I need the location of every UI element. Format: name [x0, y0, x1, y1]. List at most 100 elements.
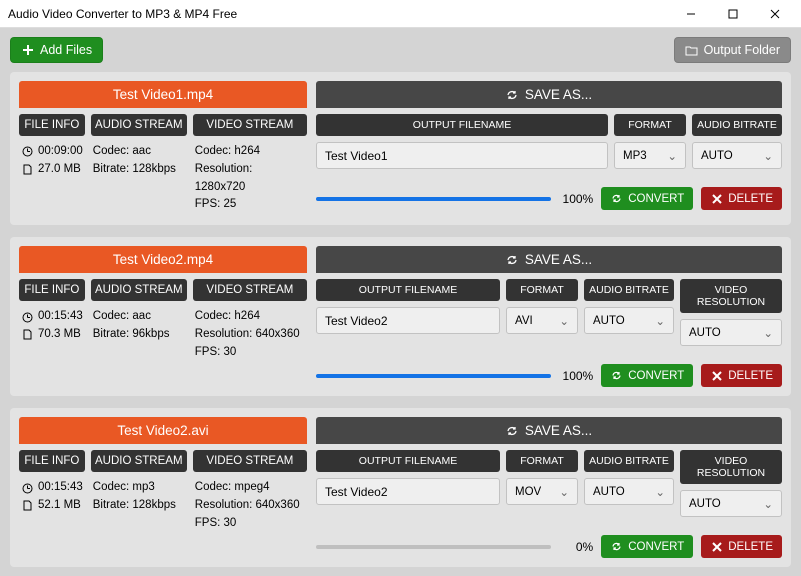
file-info-header: FILE INFO	[19, 279, 85, 301]
audio-bitrate-select[interactable]: AUTO⌄	[584, 307, 674, 334]
titlebar: Audio Video Converter to MP3 & MP4 Free	[0, 0, 801, 28]
duration: 00:09:00	[38, 143, 83, 161]
output-filename-input[interactable]	[316, 478, 500, 505]
format-header: FORMAT	[506, 279, 578, 301]
close-icon	[710, 540, 723, 553]
audio-stream-header: AUDIO STREAM	[91, 114, 187, 136]
filesize: 52.1 MB	[38, 497, 81, 515]
chevron-down-icon: ⌄	[559, 485, 569, 499]
file-icon	[21, 163, 34, 176]
delete-button[interactable]: DELETE	[701, 364, 782, 387]
output-filename-input[interactable]	[316, 307, 500, 334]
progress-fill	[316, 374, 551, 378]
clock-icon	[21, 145, 34, 158]
audio-codec: Codec: mp3	[93, 479, 185, 497]
video-codec: Codec: mpeg4	[195, 479, 305, 497]
toolbar: Add Files Output Folder	[0, 28, 801, 72]
refresh-icon	[610, 192, 623, 205]
save-as-header: SAVE AS...	[316, 417, 782, 444]
minimize-button[interactable]	[670, 1, 712, 27]
audio-bitrate-select[interactable]: AUTO⌄	[692, 142, 782, 169]
add-files-button[interactable]: Add Files	[10, 37, 103, 63]
file-icon	[21, 328, 34, 341]
progress-percent: 0%	[559, 540, 593, 554]
file-card: Test Video2.avi FILE INFO 00:15:43 52.1 …	[10, 408, 791, 567]
video-codec: Codec: h264	[195, 143, 305, 161]
format-select[interactable]: MP3⌄	[614, 142, 686, 169]
chevron-down-icon: ⌄	[655, 314, 665, 328]
audio-bitrate-header: AUDIO BITRATE	[692, 114, 782, 136]
file-card: Test Video1.mp4 FILE INFO 00:09:00 27.0 …	[10, 72, 791, 225]
filesize: 27.0 MB	[38, 161, 81, 179]
video-fps: FPS: 30	[195, 515, 305, 533]
audio-stream-header: AUDIO STREAM	[91, 450, 187, 472]
format-select[interactable]: AVI⌄	[506, 307, 578, 334]
progress-bar	[316, 197, 551, 201]
delete-button[interactable]: DELETE	[701, 187, 782, 210]
duration: 00:15:43	[38, 479, 83, 497]
duration: 00:15:43	[38, 308, 83, 326]
video-stream-header: VIDEO STREAM	[193, 450, 307, 472]
filesize: 70.3 MB	[38, 326, 81, 344]
add-files-label: Add Files	[40, 43, 92, 57]
video-resolution: Resolution: 640x360	[195, 326, 305, 344]
plus-icon	[21, 44, 34, 57]
format-select[interactable]: MOV⌄	[506, 478, 578, 505]
file-card: Test Video2.mp4 FILE INFO 00:15:43 70.3 …	[10, 237, 791, 396]
convert-button[interactable]: CONVERT	[601, 187, 693, 210]
video-resolution: Resolution: 640x360	[195, 497, 305, 515]
delete-button[interactable]: DELETE	[701, 535, 782, 558]
file-info-header: FILE INFO	[19, 450, 85, 472]
options-row: OUTPUT FILENAME FORMAT AVI⌄ AUDIO BITRAT…	[316, 279, 782, 346]
convert-button[interactable]: CONVERT	[601, 364, 693, 387]
video-resolution-select[interactable]: AUTO⌄	[680, 490, 782, 517]
output-filename-header: OUTPUT FILENAME	[316, 450, 500, 472]
progress-fill	[316, 197, 551, 201]
output-filename-header: OUTPUT FILENAME	[316, 279, 500, 301]
refresh-icon	[610, 540, 623, 553]
video-resolution-select[interactable]: AUTO⌄	[680, 319, 782, 346]
audio-bitrate-select[interactable]: AUTO⌄	[584, 478, 674, 505]
audio-bitrate: Bitrate: 96kbps	[93, 326, 185, 344]
video-resolution-header: VIDEO RESOLUTION	[680, 279, 782, 313]
audio-codec: Codec: aac	[93, 143, 185, 161]
output-folder-button[interactable]: Output Folder	[674, 37, 791, 63]
output-filename-input[interactable]	[316, 142, 608, 169]
audio-bitrate-header: AUDIO BITRATE	[584, 450, 674, 472]
progress-bar	[316, 545, 551, 549]
source-filename: Test Video2.avi	[19, 417, 307, 444]
file-icon	[21, 499, 34, 512]
source-filename: Test Video1.mp4	[19, 81, 307, 108]
window-title: Audio Video Converter to MP3 & MP4 Free	[8, 7, 237, 21]
chevron-down-icon: ⌄	[763, 149, 773, 163]
progress-bar	[316, 374, 551, 378]
format-header: FORMAT	[614, 114, 686, 136]
refresh-icon	[506, 424, 519, 437]
chevron-down-icon: ⌄	[559, 314, 569, 328]
content-area: Test Video1.mp4 FILE INFO 00:09:00 27.0 …	[0, 72, 801, 576]
audio-bitrate: Bitrate: 128kbps	[93, 161, 185, 179]
progress-percent: 100%	[559, 192, 593, 206]
source-filename: Test Video2.mp4	[19, 246, 307, 273]
audio-codec: Codec: aac	[93, 308, 185, 326]
options-row: OUTPUT FILENAME FORMAT MP3⌄ AUDIO BITRAT…	[316, 114, 782, 169]
close-icon	[710, 369, 723, 382]
folder-icon	[685, 44, 698, 57]
format-header: FORMAT	[506, 450, 578, 472]
refresh-icon	[506, 88, 519, 101]
close-button[interactable]	[754, 1, 796, 27]
chevron-down-icon: ⌄	[655, 485, 665, 499]
output-folder-label: Output Folder	[704, 43, 780, 57]
audio-bitrate: Bitrate: 128kbps	[93, 497, 185, 515]
audio-stream-header: AUDIO STREAM	[91, 279, 187, 301]
options-row: OUTPUT FILENAME FORMAT MOV⌄ AUDIO BITRAT…	[316, 450, 782, 517]
convert-button[interactable]: CONVERT	[601, 535, 693, 558]
video-resolution-header: VIDEO RESOLUTION	[680, 450, 782, 484]
maximize-button[interactable]	[712, 1, 754, 27]
refresh-icon	[610, 369, 623, 382]
save-as-header: SAVE AS...	[316, 246, 782, 273]
output-filename-header: OUTPUT FILENAME	[316, 114, 608, 136]
clock-icon	[21, 311, 34, 324]
close-icon	[710, 192, 723, 205]
video-stream-header: VIDEO STREAM	[193, 114, 307, 136]
